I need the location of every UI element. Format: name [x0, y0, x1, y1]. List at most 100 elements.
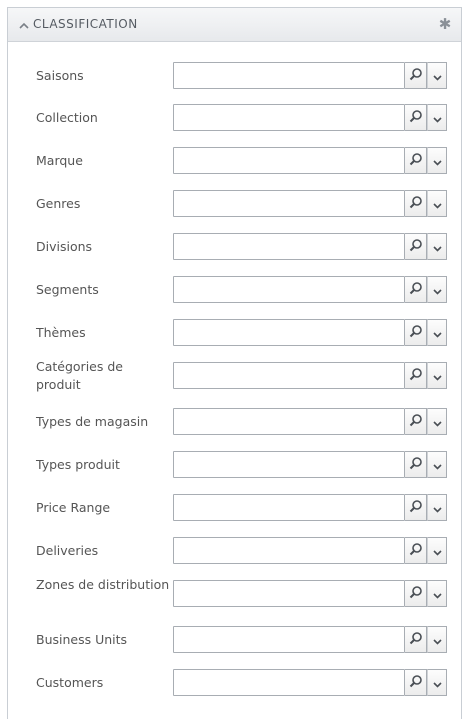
chevron-up-icon[interactable] — [18, 19, 30, 31]
dropdown-button[interactable] — [427, 408, 447, 435]
field-input[interactable] — [173, 451, 405, 478]
field-input[interactable] — [173, 580, 405, 607]
search-icon — [409, 673, 423, 692]
dropdown-button[interactable] — [427, 494, 447, 521]
search-button[interactable] — [405, 233, 427, 260]
search-button[interactable] — [405, 580, 427, 607]
dropdown-button[interactable] — [427, 451, 447, 478]
field-label: Customers — [36, 675, 104, 690]
search-button[interactable] — [405, 451, 427, 478]
search-icon — [409, 584, 423, 603]
field-input[interactable] — [173, 408, 405, 435]
dropdown-button[interactable] — [427, 190, 447, 217]
search-icon — [409, 412, 423, 431]
field-input[interactable] — [173, 537, 405, 564]
dropdown-button[interactable] — [427, 626, 447, 653]
field-input[interactable] — [173, 62, 405, 89]
field-row: Types produit — [8, 451, 461, 481]
chevron-down-icon — [432, 498, 442, 517]
field-row: Zones de distribution — [8, 577, 461, 610]
search-button[interactable] — [405, 276, 427, 303]
dropdown-button[interactable] — [427, 104, 447, 131]
field-input[interactable] — [173, 104, 405, 131]
field-row: Thèmes — [8, 319, 461, 349]
search-button[interactable] — [405, 669, 427, 696]
dropdown-button[interactable] — [427, 233, 447, 260]
search-icon — [409, 366, 423, 385]
chevron-down-icon — [432, 280, 442, 299]
field-label: Business Units — [36, 632, 128, 647]
chevron-down-icon — [432, 541, 442, 560]
classification-panel: CLASSIFICATION ✱ Saisons Collection Marque… — [7, 7, 462, 719]
search-icon — [409, 66, 423, 85]
search-button[interactable] — [405, 319, 427, 346]
field-input[interactable] — [173, 147, 405, 174]
field-label: Saisons — [36, 68, 84, 83]
dropdown-button[interactable] — [427, 62, 447, 89]
search-button[interactable] — [405, 362, 427, 389]
chevron-down-icon — [432, 66, 442, 85]
dropdown-button[interactable] — [427, 669, 447, 696]
chevron-down-icon — [432, 412, 442, 431]
dropdown-button[interactable] — [427, 147, 447, 174]
search-icon — [409, 280, 423, 299]
search-icon — [409, 151, 423, 170]
field-row: Types de magasin — [8, 408, 461, 438]
field-label: Types de magasin — [36, 414, 149, 429]
field-row: Marque — [8, 147, 461, 177]
panel-header[interactable]: CLASSIFICATION ✱ — [8, 8, 461, 42]
dropdown-button[interactable] — [427, 319, 447, 346]
field-label: Segments — [36, 282, 99, 297]
chevron-down-icon — [432, 630, 442, 649]
dropdown-button[interactable] — [427, 537, 447, 564]
chevron-down-icon — [432, 108, 442, 127]
field-input[interactable] — [173, 319, 405, 346]
field-row: Business Units — [8, 626, 461, 656]
search-icon — [409, 541, 423, 560]
search-button[interactable] — [405, 408, 427, 435]
search-icon — [409, 455, 423, 474]
field-input[interactable] — [173, 190, 405, 217]
search-icon — [409, 498, 423, 517]
gear-icon[interactable]: ✱ — [437, 16, 453, 32]
search-icon — [409, 108, 423, 127]
search-button[interactable] — [405, 104, 427, 131]
field-row: Collection — [8, 104, 461, 134]
chevron-down-icon — [432, 194, 442, 213]
field-input[interactable] — [173, 362, 405, 389]
search-icon — [409, 237, 423, 256]
field-row: Genres — [8, 190, 461, 220]
dropdown-button[interactable] — [427, 580, 447, 607]
chevron-down-icon — [432, 673, 442, 692]
field-input[interactable] — [173, 276, 405, 303]
search-button[interactable] — [405, 190, 427, 217]
search-icon — [409, 323, 423, 342]
search-button[interactable] — [405, 62, 427, 89]
field-label: Collection — [36, 110, 98, 125]
field-label: Catégories de produit — [36, 359, 123, 392]
field-input[interactable] — [173, 626, 405, 653]
search-button[interactable] — [405, 147, 427, 174]
field-label: Price Range — [36, 500, 111, 515]
search-button[interactable] — [405, 537, 427, 564]
chevron-down-icon — [432, 237, 442, 256]
chevron-down-icon — [432, 584, 442, 603]
field-row: Divisions — [8, 233, 461, 263]
field-input[interactable] — [173, 669, 405, 696]
chevron-down-icon — [432, 366, 442, 385]
field-row: Catégories de produit — [8, 359, 461, 392]
field-label: Genres — [36, 196, 81, 211]
search-icon — [409, 194, 423, 213]
chevron-down-icon — [432, 151, 442, 170]
field-label: Types produit — [36, 457, 120, 472]
field-input[interactable] — [173, 233, 405, 260]
search-button[interactable] — [405, 626, 427, 653]
dropdown-button[interactable] — [427, 276, 447, 303]
field-row: Saisons — [8, 62, 461, 92]
field-input[interactable] — [173, 494, 405, 521]
field-label: Divisions — [36, 239, 93, 254]
dropdown-button[interactable] — [427, 362, 447, 389]
chevron-down-icon — [432, 455, 442, 474]
search-button[interactable] — [405, 494, 427, 521]
field-label: Marque — [36, 153, 83, 168]
